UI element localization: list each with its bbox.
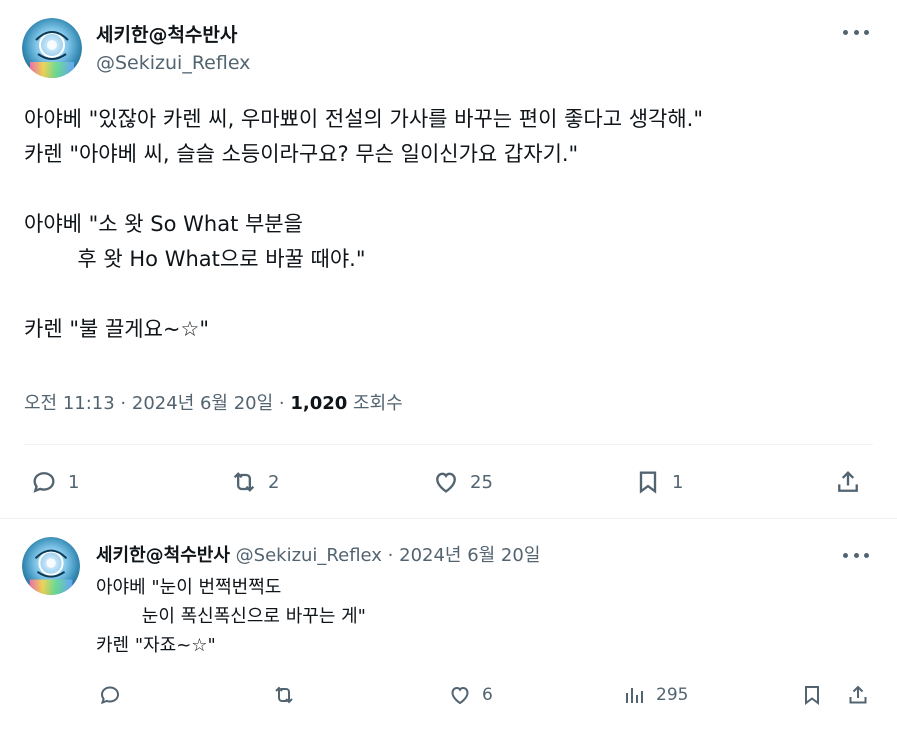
views-count: 295 [656,685,689,705]
retweet-count: 2 [268,471,280,493]
retweet-button[interactable]: 2 [230,468,279,496]
like-icon [436,472,456,493]
action-bar: 6 295 [0,679,897,715]
tweet-line: 아야베 "소 왓 So What 부분을 [24,212,303,236]
tweet-line [24,172,874,207]
handle[interactable]: @Sekizui_Reflex [96,52,250,74]
bookmark-button[interactable]: 1 [634,468,683,496]
display-name[interactable]: 세키한@척수반사 [96,20,237,47]
more-icon[interactable] [843,545,869,565]
share-button[interactable] [846,683,870,707]
tweet-meta: 오전 11:13 · 2024년 6월 20일 · 1,020 조회수 [24,389,403,415]
retweet-icon [275,686,293,704]
like-icon [451,686,469,705]
bookmark-button[interactable] [800,683,824,707]
like-button[interactable]: 25 [432,468,493,496]
reply-icon [33,472,55,493]
handle-date[interactable]: @Sekizui_Reflex · 2024년 6월 20일 [230,545,541,566]
tweet-line: 후 왓 Ho What으로 바꿀 때야." [24,247,366,271]
divider [24,444,873,445]
reply-header: 세키한@척수반사 @Sekizui_Reflex · 2024년 6월 20일 [96,541,540,567]
share-button[interactable] [834,468,862,496]
display-name[interactable]: 세키한@척수반사 [96,545,230,566]
reply-count: 1 [68,471,80,493]
tweet-line: 아야베 "있잖아 카렌 씨, 우마뾰이 전설의 가사를 바꾸는 편이 좋다고 생… [24,107,704,131]
bookmark-icon [805,686,819,705]
views-count: 1,020 [290,393,348,414]
avatar[interactable] [22,537,80,595]
share-icon [838,471,858,492]
views-icon [626,688,643,703]
more-icon[interactable] [843,22,869,42]
views-label: 조회수 [347,393,403,414]
reply-tweet[interactable]: 세키한@척수반사 @Sekizui_Reflex · 2024년 6월 20일 … [0,519,897,738]
timestamp[interactable]: 오전 11:13 · 2024년 6월 20일 · [24,393,290,414]
bookmark-count: 1 [672,471,684,493]
tweet-line: 카렌 "자죠~☆" [96,635,216,656]
tweet-line [24,277,874,312]
views-button[interactable]: 295 [622,683,688,707]
tweet-text: 아야베 "눈이 번쩍번쩍도 눈이 폭신폭신으로 바꾸는 게" 카렌 "자죠~☆" [96,573,856,660]
tweet-line: 카렌 "아야베 씨, 슬슬 소등이라구요? 무슨 일이신가요 갑자기." [24,142,579,166]
avatar[interactable] [22,18,82,78]
reply-button[interactable] [98,683,122,707]
tweet-line: 카렌 "불 끌게요~☆" [24,317,210,341]
reply-icon [100,686,120,705]
main-tweet: 세키한@척수반사 @Sekizui_Reflex 아야베 "있잖아 카렌 씨, … [0,0,897,518]
action-bar: 1 2 25 1 [0,460,897,504]
retweet-button[interactable] [272,683,296,707]
reply-button[interactable]: 1 [30,468,79,496]
tweet-line: 눈이 폭신폭신으로 바꾸는 게" [96,606,366,627]
like-count: 25 [470,471,493,493]
bookmark-icon [639,471,657,494]
retweet-icon [233,472,255,492]
tweet-text: 아야베 "있잖아 카렌 씨, 우마뾰이 전설의 가사를 바꾸는 편이 좋다고 생… [24,102,874,347]
tweet-line: 아야베 "눈이 번쩍번쩍도 [96,577,282,598]
like-count: 6 [482,685,493,705]
share-icon [849,685,867,704]
like-button[interactable]: 6 [448,683,493,707]
